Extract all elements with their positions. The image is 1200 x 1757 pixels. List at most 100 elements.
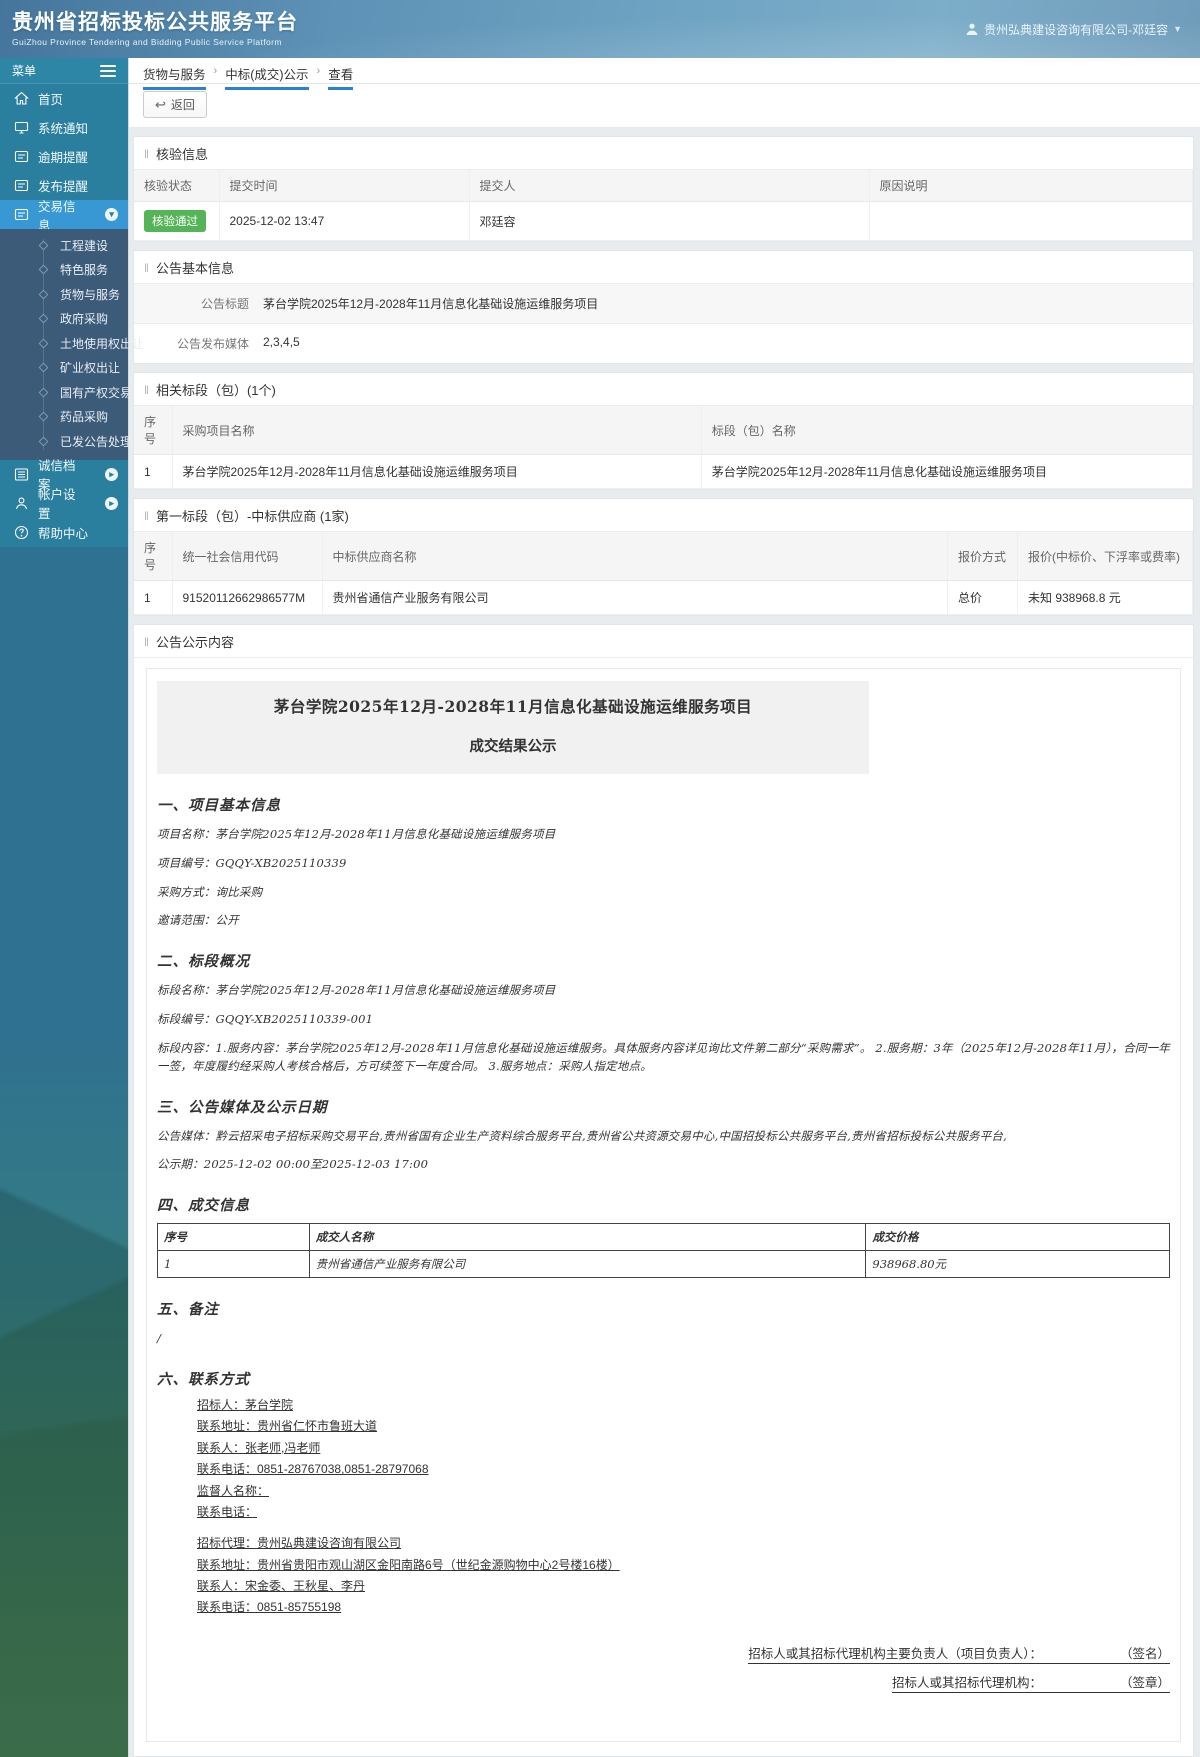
contact-line: 联系电话： bbox=[197, 1504, 258, 1519]
breadcrumb-item-view[interactable]: 查看 bbox=[328, 64, 354, 90]
table-row: 1 茅台学院2025年12月-2028年11月信息化基础设施运维服务项目 茅台学… bbox=[134, 454, 1194, 489]
doc-section5-heading: 五、备注 bbox=[157, 1301, 219, 1319]
breadcrumb-separator: › bbox=[316, 65, 321, 77]
document-title: 茅台学院2025年12月-2028年11月信息化基础设施运维服务项目 bbox=[273, 697, 753, 716]
submenu-item-gov-procurement[interactable]: 政府采购 bbox=[0, 307, 128, 332]
submenu-item-featured-services[interactable]: 特色服务 bbox=[0, 258, 128, 283]
verification-panel: ‖ 核验信息 核验状态 提交时间 提交人 原因说明 核验通过 2025-12-0… bbox=[133, 136, 1194, 242]
award-info-table: 序号 成交人名称 成交价格 1 贵州省通信产业服务有限公司 938968.80元 bbox=[157, 1223, 1170, 1279]
announcement-title-row: 公告标题 茅台学院2025年12月-2028年11月信息化基础设施运维服务项目 bbox=[134, 284, 1193, 324]
topbar: 货物与服务 › 中标(成交)公示 › 查看 ↩ 返回 bbox=[129, 58, 1200, 128]
chevron-down-icon[interactable]: ▾ bbox=[105, 208, 118, 221]
verification-table: 核验状态 提交时间 提交人 原因说明 核验通过 2025-12-02 13:47… bbox=[134, 170, 1193, 241]
credit-code: 91520112662986577M bbox=[172, 580, 323, 615]
column-header: 原因说明 bbox=[869, 170, 1193, 202]
sidebar-menu-bar: 菜单 bbox=[0, 58, 128, 84]
doc-line: 标段名称：茅台学院2025年12月-2028年11月信息化基础设施运维服务项目 bbox=[157, 983, 556, 998]
sidebar-item-account-settings[interactable]: 帐户设置 ▸ bbox=[0, 488, 128, 521]
submenu-label: 政府采购 bbox=[60, 312, 109, 327]
section-marker-icon: ‖ bbox=[144, 260, 149, 275]
submenu-item-land-use[interactable]: 土地使用权出让 bbox=[0, 331, 144, 356]
contact-line: 联系地址：贵州省贵阳市观山湖区金阳南路6号（世纪金源购物中心2号楼16楼） bbox=[197, 1557, 620, 1572]
submitter: 邓廷容 bbox=[469, 201, 870, 241]
table-row: 1 贵州省通信产业服务有限公司 938968.80元 bbox=[157, 1250, 1170, 1279]
hamburger-icon[interactable] bbox=[100, 62, 116, 80]
sidebar-item-label: 首页 bbox=[38, 93, 64, 107]
folder-icon bbox=[14, 150, 29, 163]
verification-panel-title: ‖ 核验信息 bbox=[134, 137, 1193, 170]
doc-line: / bbox=[157, 1331, 162, 1346]
winning-supplier-title: ‖ 第一标段（包）-中标供应商 (1家) bbox=[134, 499, 1193, 532]
signature-label: 招标人或其招标代理机构： bbox=[891, 1675, 1042, 1690]
breadcrumb-item-award-notice[interactable]: 中标(成交)公示 bbox=[225, 64, 309, 90]
submenu-item-engineering[interactable]: 工程建设 bbox=[0, 233, 128, 258]
contact-line: 监督人名称： bbox=[197, 1483, 270, 1498]
quote-method: 总价 bbox=[947, 580, 1018, 615]
sidebar-item-help-center[interactable]: 帮助中心 bbox=[0, 518, 128, 547]
column-header: 序号 bbox=[134, 532, 173, 581]
doc-line: 采购方式：询比采购 bbox=[157, 884, 263, 899]
column-header: 标段（包）名称 bbox=[701, 406, 1194, 455]
document-area: 茅台学院2025年12月-2028年11月信息化基础设施运维服务项目 成交结果公… bbox=[146, 668, 1181, 1742]
sidebar-item-home[interactable]: 首页 bbox=[0, 84, 128, 113]
doc-line: 标段内容：1.服务内容：茅台学院2025年12月-2028年11月信息化基础设施… bbox=[157, 1040, 1170, 1073]
submenu-item-state-property[interactable]: 国有产权交易 bbox=[0, 380, 132, 405]
contact-line: 联系电话：0851-85755198 bbox=[197, 1600, 342, 1615]
user-icon bbox=[966, 23, 978, 35]
submenu-label: 已发公告处理 bbox=[60, 434, 133, 449]
back-button[interactable]: ↩ 返回 bbox=[143, 91, 207, 118]
chevron-right-icon[interactable]: ▸ bbox=[105, 496, 118, 510]
column-header: 成交人名称 bbox=[308, 1223, 867, 1252]
column-header: 成交价格 bbox=[865, 1223, 1170, 1252]
sidebar-item-notifications[interactable]: 系统通知 bbox=[0, 113, 128, 142]
sidebar-item-transaction-info[interactable]: 交易信息 ▾ bbox=[0, 200, 128, 233]
doc-section3-heading: 三、公告媒体及公示日期 bbox=[157, 1098, 328, 1116]
breadcrumb-separator: › bbox=[213, 65, 218, 77]
signature-suffix: （签章） bbox=[1119, 1675, 1170, 1690]
contact-line: 联系人：宋金委、王秋星、李丹 bbox=[197, 1579, 366, 1594]
column-header: 序号 bbox=[134, 406, 173, 455]
submit-time: 2025-12-02 13:47 bbox=[219, 201, 470, 241]
submenu-label: 工程建设 bbox=[60, 238, 109, 253]
award-price: 938968.80元 bbox=[865, 1250, 1170, 1279]
section-marker-icon: ‖ bbox=[144, 146, 149, 161]
sidebar-item-overdue-reminder[interactable]: 逾期提醒 bbox=[0, 142, 128, 171]
breadcrumb-item-goods-services[interactable]: 货物与服务 bbox=[143, 64, 206, 90]
back-button-label: 返回 bbox=[170, 98, 195, 112]
submenu-item-published-notices[interactable]: 已发公告处理 bbox=[0, 429, 132, 454]
column-header: 报价(中标价、下浮率或费率) bbox=[1017, 532, 1193, 581]
section-marker-icon: ‖ bbox=[144, 508, 149, 523]
column-header: 提交时间 bbox=[219, 170, 470, 202]
doc-line: 项目编号：GQQY-XB2025110339 bbox=[157, 855, 347, 870]
announcement-basic-panel: ‖ 公告基本信息 公告标题 茅台学院2025年12月-2028年11月信息化基础… bbox=[133, 250, 1194, 364]
home-icon bbox=[14, 91, 29, 105]
signature-line-2: 招标人或其招标代理机构： （签章） bbox=[157, 1672, 1170, 1693]
submenu-item-goods-services[interactable]: 货物与服务 bbox=[0, 282, 128, 307]
submenu-item-mining-rights[interactable]: 矿业权出让 bbox=[0, 356, 128, 381]
supplier-name: 贵州省通信产业服务有限公司 bbox=[322, 580, 948, 615]
chevron-right-icon[interactable]: ▸ bbox=[105, 467, 118, 481]
doc-line: 标段编号：GQQY-XB2025110339-001 bbox=[157, 1012, 374, 1027]
column-header: 统一社会信用代码 bbox=[172, 532, 323, 581]
sidebar-item-label: 帮助中心 bbox=[38, 526, 89, 541]
doc-line: 公示期：2025-12-02 00:00至2025-12-03 17:00 bbox=[157, 1157, 429, 1172]
related-sections-title: ‖ 相关标段（包）(1个) bbox=[134, 373, 1193, 406]
table-row: 核验通过 2025-12-02 13:47 邓廷容 bbox=[134, 201, 1193, 241]
contact-line: 联系电话：0851-28767038,0851-28797068 bbox=[197, 1462, 429, 1477]
submenu-item-drug-procurement[interactable]: 药品采购 bbox=[0, 405, 128, 430]
user-menu[interactable]: 贵州弘典建设咨询有限公司-邓廷容 ▼ bbox=[965, 21, 1182, 38]
app-subtitle: GuiZhou Province Tendering and Bidding P… bbox=[12, 36, 282, 47]
doc-line: 公告媒体：黔云招采电子招标采购交易平台,贵州省国有企业生产资料综合服务平台,贵州… bbox=[157, 1128, 1007, 1143]
winning-supplier-table: 序号 统一社会信用代码 中标供应商名称 报价方式 报价(中标价、下浮率或费率) … bbox=[134, 532, 1193, 615]
sidebar-item-label: 帐户设置 bbox=[38, 488, 76, 521]
submenu-label: 国有产权交易 bbox=[60, 385, 133, 400]
section-name: 茅台学院2025年12月-2028年11月信息化基础设施运维服务项目 bbox=[701, 454, 1194, 489]
table-row: 1 91520112662986577M 贵州省通信产业服务有限公司 总价 未知… bbox=[134, 580, 1193, 615]
app-header: 贵州省招标投标公共服务平台 GuiZhou Province Tendering… bbox=[0, 0, 1200, 58]
related-sections-table: 序号 采购项目名称 标段（包）名称 1 茅台学院2025年12月-2028年11… bbox=[134, 406, 1194, 489]
awardee-name: 贵州省通信产业服务有限公司 bbox=[308, 1250, 867, 1279]
project-name: 茅台学院2025年12月-2028年11月信息化基础设施运维服务项目 bbox=[172, 454, 702, 489]
field-value: 茅台学院2025年12月-2028年11月信息化基础设施运维服务项目 bbox=[263, 297, 599, 311]
contact-line: 联系人：张老师,冯老师 bbox=[197, 1440, 321, 1455]
submenu-label: 药品采购 bbox=[60, 410, 109, 425]
